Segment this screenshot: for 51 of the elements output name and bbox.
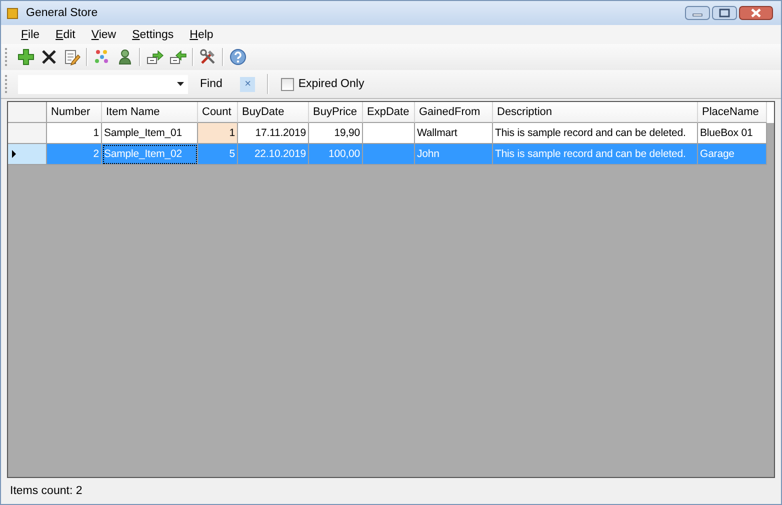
app-icon (7, 8, 18, 18)
help-icon[interactable] (229, 48, 247, 66)
table-cell: Garage (698, 144, 767, 165)
column-header[interactable]: Number (47, 102, 102, 123)
checkbox[interactable] (281, 78, 294, 90)
menu-item[interactable]: Edit (48, 28, 84, 40)
table-cell: John (415, 144, 493, 165)
find-button[interactable]: Find (196, 76, 226, 92)
table-cell: This is sample record and can be deleted. (493, 123, 698, 144)
checkbox-label[interactable]: Expired Only (298, 78, 364, 90)
table-cell: 1 (198, 123, 238, 144)
column-header[interactable]: Count (198, 102, 238, 123)
menu-item[interactable]: View (83, 28, 124, 40)
menu-item[interactable]: File (13, 28, 48, 40)
add-icon[interactable] (17, 48, 35, 66)
row-header[interactable] (8, 144, 47, 165)
caret-icon (177, 82, 184, 86)
column-header[interactable]: BuyDate (238, 102, 309, 123)
column-header[interactable]: ExpDate (363, 102, 415, 123)
table-row[interactable]: 1 Sample_Item_01 1 17.11.2019 19,90 Wallmart This is sample record and can be deleted. BlueBox 01 (8, 123, 774, 144)
column-header[interactable]: BuyPrice (309, 102, 363, 123)
table-cell: 17.11.2019 (238, 123, 309, 144)
menu-item[interactable]: Help (182, 28, 222, 40)
table-cell: 1 (47, 123, 102, 144)
table-cell: 100,00 (309, 144, 363, 165)
export-icon[interactable] (146, 48, 164, 66)
tools-icon[interactable] (199, 48, 217, 66)
edit-icon[interactable] (63, 48, 81, 66)
dots-icon[interactable] (93, 48, 111, 66)
column-header[interactable]: PlaceName (698, 102, 767, 123)
table-cell: Sample_Item_02 (102, 144, 198, 165)
table-cell: 5 (198, 144, 238, 165)
maximize-button[interactable] (712, 6, 737, 20)
column-header[interactable]: Item Name (102, 102, 198, 123)
table-cell: Wallmart (415, 123, 493, 144)
table-cell: BlueBox 01 (698, 123, 767, 144)
table-cell: 2 (47, 144, 102, 165)
table-cell: 19,90 (309, 123, 363, 144)
close-button[interactable] (739, 6, 773, 20)
window-title: General Store (26, 7, 99, 19)
items-count: Items count: 2 (10, 485, 82, 497)
column-header[interactable]: GainedFrom (415, 102, 493, 123)
import-icon[interactable] (169, 48, 187, 66)
table-cell: 22.10.2019 (238, 144, 309, 165)
table-cell: This is sample record and can be deleted. (493, 144, 698, 165)
table-cell: Sample_Item_01 (102, 123, 198, 144)
person-icon[interactable] (116, 48, 134, 66)
column-header[interactable]: Description (493, 102, 698, 123)
menu-item[interactable]: Settings (124, 28, 182, 40)
minimize-button[interactable] (685, 6, 710, 20)
delete-icon[interactable] (40, 48, 58, 66)
